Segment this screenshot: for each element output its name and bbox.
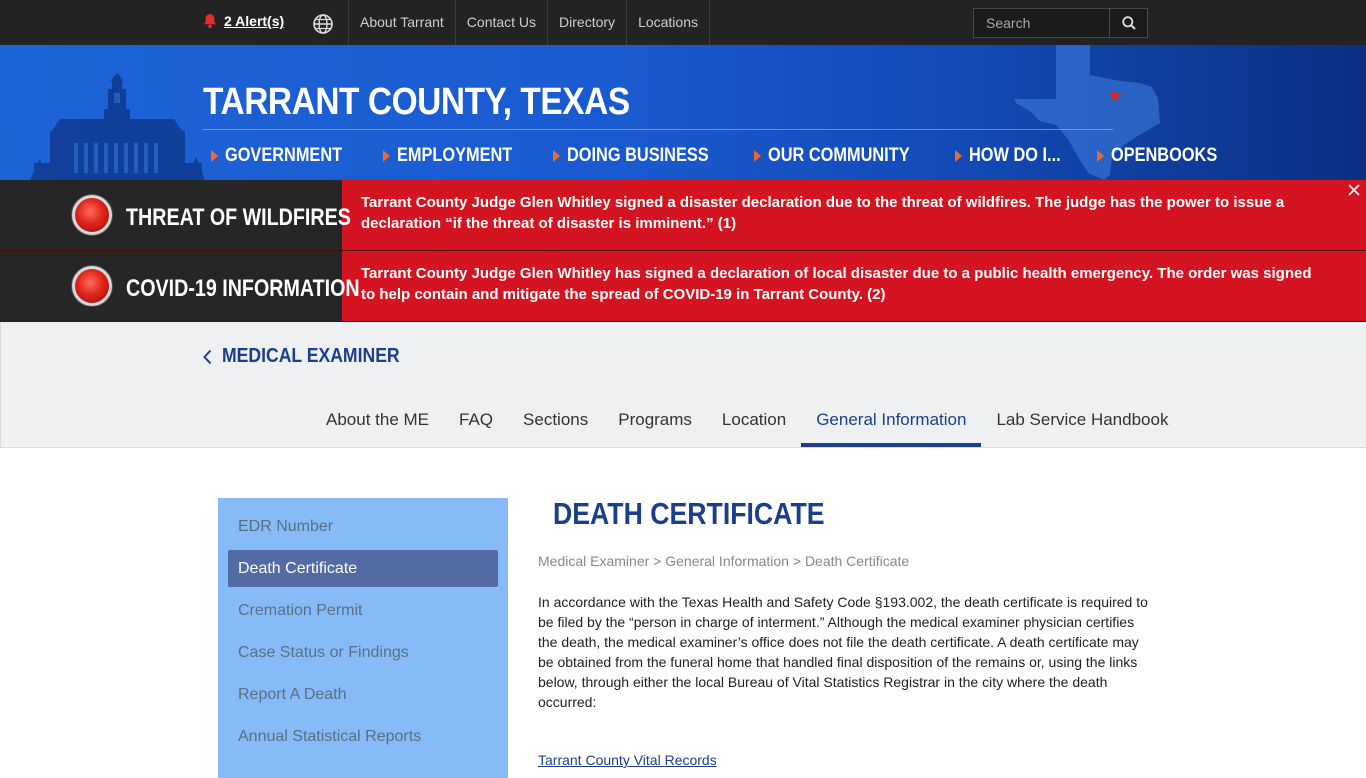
utility-bar: 2 Alert(s) About Tarrant Contact Us Dire… xyxy=(0,0,1366,45)
nav-our-community[interactable]: OUR COMMUNITY xyxy=(753,145,933,167)
arrow-right-icon xyxy=(954,150,962,162)
alert-label: COVID-19 INFORMATION xyxy=(126,275,360,302)
nav-government[interactable]: GOVERNMENT xyxy=(211,145,361,167)
alerts-link[interactable]: 2 Alert(s) xyxy=(203,13,284,29)
breadcrumb-medical-examiner[interactable]: Medical Examiner xyxy=(538,553,649,569)
tab-location[interactable]: Location xyxy=(707,396,801,447)
alert-message[interactable]: Tarrant County Judge Glen Whitley has si… xyxy=(342,251,1366,321)
tab-faq[interactable]: FAQ xyxy=(444,396,508,447)
section-title: MEDICAL EXAMINER xyxy=(222,345,400,367)
vital-records-link[interactable]: Tarrant County Vital Records xyxy=(538,752,717,768)
alert-label-box: THREAT OF WILDFIRES xyxy=(0,180,351,250)
alerts-label: 2 Alert(s) xyxy=(224,13,285,29)
contact-us-link[interactable]: Contact Us xyxy=(454,0,547,45)
site-header: ★ TARRANT COUNTY, TEXAS GOVERNMENT EMPLO… xyxy=(0,45,1366,180)
tab-general-information[interactable]: General Information xyxy=(801,396,982,447)
search-icon xyxy=(1121,16,1136,30)
globe-icon[interactable] xyxy=(312,13,334,35)
star-marker: ★ xyxy=(1108,86,1122,105)
arrow-right-icon xyxy=(211,150,218,162)
breadcrumb-separator: > xyxy=(653,553,662,569)
nav-label: OUR COMMUNITY xyxy=(767,145,910,166)
content-paragraph: In accordance with the Texas Health and … xyxy=(538,594,1148,710)
courthouse-image xyxy=(30,73,205,180)
tab-programs[interactable]: Programs xyxy=(603,396,707,447)
nav-label: GOVERNMENT xyxy=(225,145,343,166)
sidebar-item-report-a-death[interactable]: Report A Death xyxy=(228,676,498,713)
alert-label-box: COVID-19 INFORMATION xyxy=(0,251,360,321)
utility-links: About Tarrant Contact Us Directory Locat… xyxy=(348,0,710,45)
sidebar-item-case-status[interactable]: Case Status or Findings xyxy=(228,634,498,671)
close-icon[interactable] xyxy=(1346,182,1362,198)
nav-how-do-i[interactable]: HOW DO I... xyxy=(954,145,1076,167)
arrow-right-icon xyxy=(1097,150,1105,162)
nav-openbooks[interactable]: OPENBOOKS xyxy=(1097,145,1235,167)
nav-label: DOING BUSINESS xyxy=(567,145,709,166)
alert-message[interactable]: Tarrant County Judge Glen Whitley signed… xyxy=(342,180,1366,250)
breadcrumb-current: Death Certificate xyxy=(804,553,910,569)
nav-label: EMPLOYMENT xyxy=(397,145,513,166)
page-title: DEATH CERTIFICATE xyxy=(553,496,825,531)
search-box xyxy=(973,8,1148,38)
sidebar-item-cremation-permit[interactable]: Cremation Permit xyxy=(228,592,498,629)
chevron-left-icon xyxy=(203,349,212,364)
nav-employment[interactable]: EMPLOYMENT xyxy=(383,145,531,167)
alert-light-icon xyxy=(72,266,112,306)
alert-row-wildfires: THREAT OF WILDFIRES Tarrant County Judge… xyxy=(0,180,1366,251)
breadcrumb-general-information[interactable]: General Information xyxy=(665,553,789,569)
main-nav: GOVERNMENT EMPLOYMENT DOING BUSINESS OUR… xyxy=(203,129,1217,167)
tab-sections[interactable]: Sections xyxy=(508,396,603,447)
search-input[interactable] xyxy=(974,9,1109,37)
section-tabs: About the ME FAQ Sections Programs Locat… xyxy=(311,396,1183,447)
directory-link[interactable]: Directory xyxy=(547,0,626,45)
back-to-section-link[interactable]: MEDICAL EXAMINER xyxy=(203,345,424,368)
about-tarrant-link[interactable]: About Tarrant xyxy=(348,0,455,45)
arrow-right-icon xyxy=(383,150,391,162)
nav-doing-business[interactable]: DOING BUSINESS xyxy=(553,145,732,167)
arrow-right-icon xyxy=(553,150,561,162)
sidebar-item-annual-reports[interactable]: Annual Statistical Reports xyxy=(228,718,498,755)
sidebar-item-death-certificate[interactable]: Death Certificate xyxy=(228,550,498,587)
breadcrumb: Medical Examiner > General Information >… xyxy=(538,553,909,569)
tab-lab-service-handbook[interactable]: Lab Service Handbook xyxy=(981,396,1183,447)
nav-label: OPENBOOKS xyxy=(1111,145,1218,166)
arrow-right-icon xyxy=(753,150,761,162)
alert-row-covid: COVID-19 INFORMATION Tarrant County Judg… xyxy=(0,251,1366,322)
alert-label: THREAT OF WILDFIRES xyxy=(126,204,351,231)
site-title[interactable]: TARRANT COUNTY, TEXAS xyxy=(203,81,630,124)
locations-link[interactable]: Locations xyxy=(626,0,710,45)
search-button[interactable] xyxy=(1109,9,1147,37)
breadcrumb-separator: > xyxy=(792,553,802,569)
alert-light-icon xyxy=(72,195,112,235)
nav-label: HOW DO I... xyxy=(968,145,1061,166)
bell-icon xyxy=(204,14,216,29)
sidebar-item-edr-number[interactable]: EDR Number xyxy=(228,508,498,545)
tab-about-the-me[interactable]: About the ME xyxy=(311,396,444,447)
side-menu: EDR Number Death Certificate Cremation P… xyxy=(218,498,508,778)
